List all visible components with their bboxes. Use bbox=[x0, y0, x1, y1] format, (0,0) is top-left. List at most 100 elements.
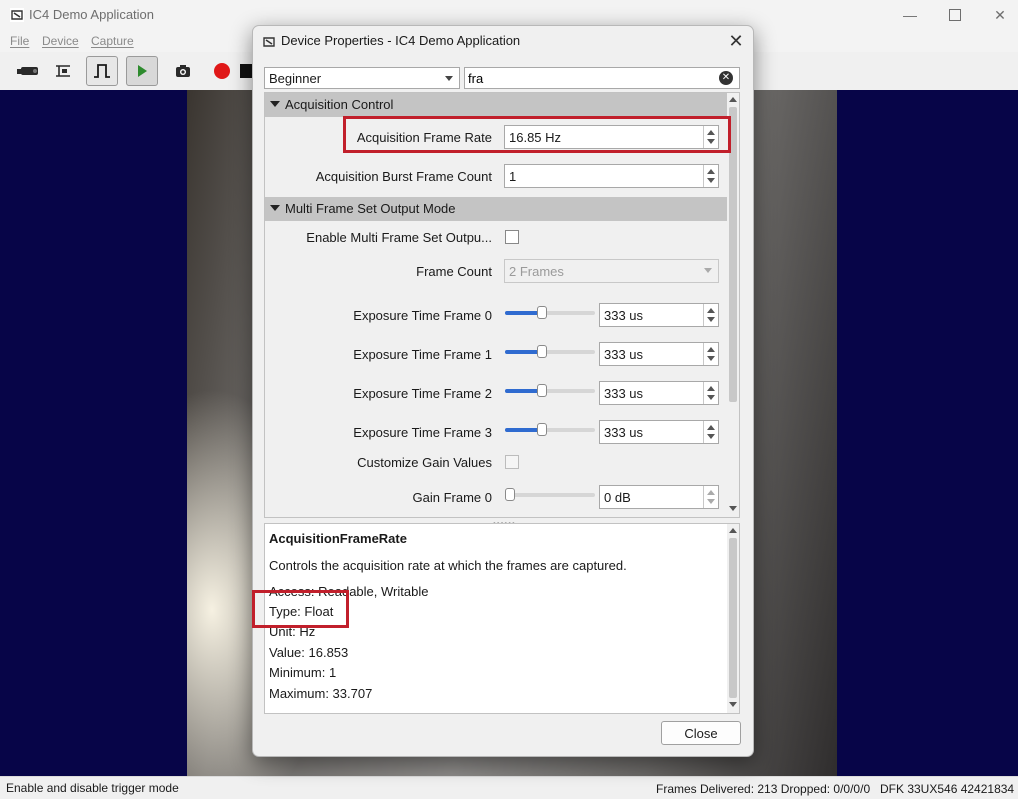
menu-file[interactable]: File bbox=[10, 34, 29, 48]
exposure-frame-2-slider[interactable] bbox=[505, 381, 595, 401]
menu-capture[interactable]: Capture bbox=[91, 34, 134, 48]
exposure-frame-0-spinbox[interactable]: 333 us bbox=[599, 303, 719, 327]
info-panel-scrollbar[interactable] bbox=[727, 524, 739, 713]
record-button[interactable] bbox=[208, 56, 236, 86]
scroll-up-icon[interactable] bbox=[729, 528, 737, 533]
close-button[interactable]: Close bbox=[661, 721, 741, 745]
camera-device-icon bbox=[17, 67, 38, 75]
exposure-frame-3-value: 333 us bbox=[604, 425, 644, 440]
frame-count-select[interactable]: 2 Frames bbox=[504, 259, 719, 283]
record-icon bbox=[214, 63, 230, 79]
spin-down-icon bbox=[707, 395, 715, 400]
properties-icon bbox=[56, 65, 70, 77]
slider-fill bbox=[505, 311, 541, 315]
select-device-button[interactable] bbox=[14, 56, 44, 86]
status-hint: Enable and disable trigger mode bbox=[6, 781, 179, 795]
spin-up-icon bbox=[707, 130, 715, 135]
trigger-mode-button[interactable] bbox=[86, 56, 118, 86]
frame-rate-spinbox[interactable]: 16.85 Hz bbox=[504, 125, 719, 149]
scroll-down-icon[interactable] bbox=[729, 506, 737, 511]
maximize-button[interactable] bbox=[935, 2, 975, 28]
info-minimum: Minimum: 1 bbox=[269, 665, 337, 680]
dialog-close-button[interactable]: ✕ bbox=[723, 29, 749, 53]
category-label: Acquisition Control bbox=[285, 97, 394, 112]
spin-up-icon bbox=[707, 425, 715, 430]
exposure-frame-3-spinbox[interactable]: 333 us bbox=[599, 420, 719, 444]
frame-rate-value: 16.85 Hz bbox=[509, 130, 562, 145]
minimize-button[interactable]: — bbox=[890, 2, 930, 28]
custom-gain-label: Customize Gain Values bbox=[357, 455, 492, 470]
play-icon bbox=[138, 65, 147, 77]
exposure-frame-1-slider[interactable] bbox=[505, 342, 595, 362]
spin-down-icon bbox=[707, 356, 715, 361]
chevron-down-icon bbox=[704, 268, 712, 273]
expand-arrow-icon bbox=[270, 205, 280, 211]
statusbar: Enable and disable trigger mode Frames D… bbox=[0, 776, 1018, 799]
status-frames: Frames Delivered: 213 Dropped: 0/0/0/0 bbox=[656, 782, 871, 796]
exposure-frame-1-spinbox[interactable]: 333 us bbox=[599, 342, 719, 366]
info-description: Controls the acquisition rate at which t… bbox=[269, 558, 627, 573]
slider-track bbox=[505, 493, 595, 497]
dialog-logo-icon bbox=[263, 37, 275, 47]
spin-buttons[interactable] bbox=[703, 126, 718, 148]
spin-up-icon bbox=[707, 308, 715, 313]
start-stream-button[interactable] bbox=[126, 56, 158, 86]
burst-count-label: Acquisition Burst Frame Count bbox=[315, 169, 492, 184]
slider-thumb[interactable] bbox=[537, 384, 547, 397]
info-value: Value: 16.853 bbox=[269, 645, 349, 660]
exposure-frame-1-value: 333 us bbox=[604, 347, 644, 362]
slider-thumb[interactable] bbox=[537, 423, 547, 436]
device-properties-dialog: Device Properties - IC4 Demo Application… bbox=[252, 25, 754, 757]
slider-fill bbox=[505, 389, 541, 393]
property-filter-input[interactable] bbox=[464, 67, 740, 89]
spin-up-icon bbox=[707, 386, 715, 391]
close-icon: ✕ bbox=[728, 30, 744, 51]
gain-frame-0-spinbox[interactable]: 0 dB bbox=[599, 485, 719, 509]
category-acquisition-control[interactable]: Acquisition Control bbox=[265, 93, 727, 117]
spin-buttons[interactable] bbox=[703, 421, 718, 443]
scrollbar-thumb[interactable] bbox=[729, 538, 737, 698]
slider-fill bbox=[505, 350, 541, 354]
category-label: Multi Frame Set Output Mode bbox=[285, 201, 456, 216]
exposure-frame-1-label: Exposure Time Frame 1 bbox=[353, 347, 492, 362]
slider-fill bbox=[505, 428, 541, 432]
custom-gain-checkbox[interactable] bbox=[505, 455, 519, 469]
spin-up-icon bbox=[707, 347, 715, 352]
gain-frame-0-slider[interactable] bbox=[505, 485, 595, 505]
scrollbar-thumb[interactable] bbox=[729, 107, 737, 402]
exposure-frame-2-value: 333 us bbox=[604, 386, 644, 401]
property-tree-scrollbar[interactable] bbox=[727, 93, 739, 517]
snapshot-button[interactable] bbox=[170, 56, 196, 86]
category-multi-frame-set[interactable]: Multi Frame Set Output Mode bbox=[265, 197, 727, 221]
spin-buttons[interactable] bbox=[703, 165, 718, 187]
spin-buttons[interactable] bbox=[703, 382, 718, 404]
burst-count-spinbox[interactable]: 1 bbox=[504, 164, 719, 188]
exposure-frame-0-slider[interactable] bbox=[505, 303, 595, 323]
exposure-frame-3-slider[interactable] bbox=[505, 420, 595, 440]
spin-down-icon bbox=[707, 139, 715, 144]
exposure-frame-3-label: Exposure Time Frame 3 bbox=[353, 425, 492, 440]
info-maximum: Maximum: 33.707 bbox=[269, 686, 373, 701]
menu-device[interactable]: Device bbox=[42, 34, 79, 48]
exposure-frame-2-label: Exposure Time Frame 2 bbox=[353, 386, 492, 401]
spin-buttons[interactable] bbox=[703, 486, 718, 508]
spin-down-icon bbox=[707, 499, 715, 504]
close-window-button[interactable]: ✕ bbox=[980, 2, 1018, 28]
mfs-enable-checkbox[interactable] bbox=[505, 230, 519, 244]
minimize-icon: — bbox=[903, 7, 917, 23]
spin-buttons[interactable] bbox=[703, 343, 718, 365]
scroll-down-icon[interactable] bbox=[729, 702, 737, 707]
exposure-frame-0-value: 333 us bbox=[604, 308, 644, 323]
frame-rate-label: Acquisition Frame Rate bbox=[356, 130, 492, 145]
slider-thumb[interactable] bbox=[505, 488, 515, 501]
spin-buttons[interactable] bbox=[703, 304, 718, 326]
info-access: Access: Readable, Writable bbox=[269, 584, 429, 599]
device-properties-button[interactable] bbox=[50, 56, 76, 86]
visibility-select[interactable]: Beginner bbox=[264, 67, 460, 89]
dialog-title: Device Properties - IC4 Demo Application bbox=[281, 33, 521, 48]
exposure-frame-2-spinbox[interactable]: 333 us bbox=[599, 381, 719, 405]
slider-thumb[interactable] bbox=[537, 345, 547, 358]
slider-thumb[interactable] bbox=[537, 306, 547, 319]
clear-filter-icon[interactable]: ✕ bbox=[719, 71, 733, 85]
scroll-up-icon[interactable] bbox=[729, 97, 737, 102]
